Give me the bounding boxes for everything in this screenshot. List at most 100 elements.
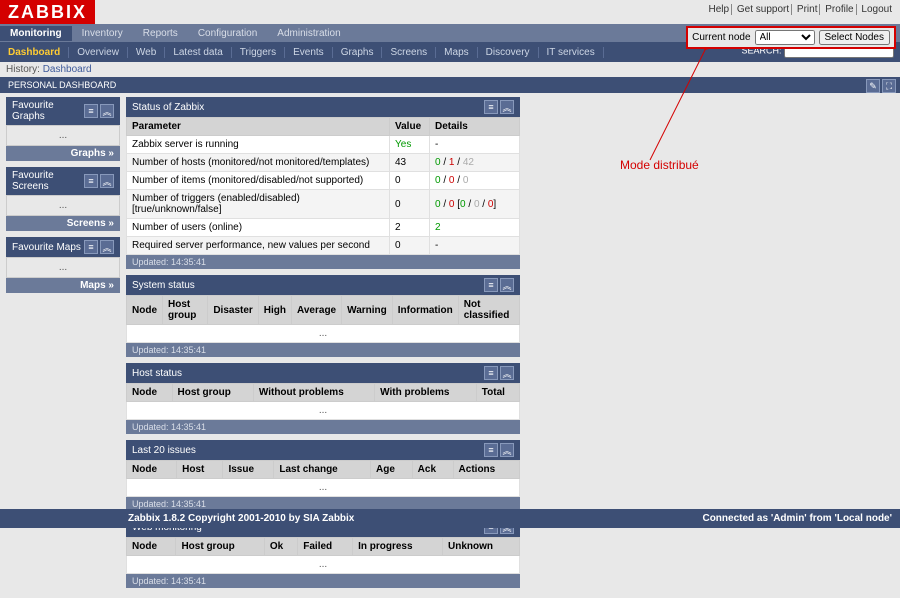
col-header: Unknown	[443, 538, 520, 556]
details-cell: 0 / 0 / 0	[430, 172, 520, 190]
subnav-graphs[interactable]: Graphs	[333, 47, 383, 58]
col-header: Last change	[274, 461, 371, 479]
subnav-screens[interactable]: Screens	[382, 47, 436, 58]
col-header: Host group	[172, 384, 253, 402]
fav-screens-title: Favourite Screens	[12, 170, 84, 192]
col-header: Information	[392, 296, 458, 325]
nav-inventory[interactable]: Inventory	[72, 26, 133, 41]
collapse-icon[interactable]: ︽	[500, 366, 514, 380]
nav-administration[interactable]: Administration	[267, 26, 350, 41]
menu-icon[interactable]: ≡	[484, 100, 498, 114]
collapse-icon[interactable]: ︽	[100, 104, 114, 118]
system-status-title: System status	[132, 280, 195, 291]
nav-monitoring[interactable]: Monitoring	[0, 26, 72, 41]
footer-right: Connected as 'Admin' from 'Local node'	[702, 513, 892, 524]
collapse-icon[interactable]: ︽	[100, 174, 114, 188]
col-header: Not classified	[458, 296, 519, 325]
menu-icon[interactable]: ≡	[484, 278, 498, 292]
subnav-triggers[interactable]: Triggers	[232, 47, 285, 58]
col-header: Total	[476, 384, 519, 402]
get-support-link[interactable]: Get support	[735, 4, 792, 15]
col-header: Ok	[264, 538, 297, 556]
subnav-discovery[interactable]: Discovery	[478, 47, 539, 58]
menu-icon[interactable]: ≡	[84, 104, 98, 118]
subnav-it-services[interactable]: IT services	[539, 47, 604, 58]
subnav-latest-data[interactable]: Latest data	[165, 47, 231, 58]
subnav-dashboard[interactable]: Dashboard	[0, 47, 69, 58]
subnav-overview[interactable]: Overview	[69, 47, 128, 58]
help-link[interactable]: Help	[707, 4, 733, 15]
logout-link[interactable]: Logout	[859, 4, 894, 15]
nav-reports[interactable]: Reports	[133, 26, 188, 41]
web-monitoring-updated: Updated: 14:35:41	[126, 574, 520, 588]
col-header: Without problems	[253, 384, 374, 402]
fav-screens-empty: ...	[6, 195, 120, 216]
collapse-icon[interactable]: ︽	[100, 240, 114, 254]
fav-maps-head: Favourite Maps ≡︽	[6, 237, 120, 257]
host-status-table: NodeHost groupWithout problemsWith probl…	[126, 383, 520, 420]
personal-dashboard-title: PERSONAL DASHBOARD	[8, 80, 116, 90]
status-zabbix-title: Status of Zabbix	[132, 102, 204, 113]
col-parameter: Parameter	[127, 118, 390, 136]
subnav-maps[interactable]: Maps	[436, 47, 477, 58]
col-header: Disaster	[208, 296, 258, 325]
profile-link[interactable]: Profile	[823, 4, 856, 15]
history-label: History:	[6, 64, 40, 75]
col-header: Warning	[342, 296, 393, 325]
print-link[interactable]: Print	[795, 4, 821, 15]
subnav-events[interactable]: Events	[285, 47, 333, 58]
nav-configuration[interactable]: Configuration	[188, 26, 267, 41]
current-node-label: Current node	[692, 32, 750, 43]
subnav-web[interactable]: Web	[128, 47, 165, 58]
empty-row: ...	[127, 402, 520, 420]
fullscreen-icon[interactable]: ⛶	[882, 79, 896, 93]
param-cell: Number of users (online)	[127, 219, 390, 237]
value-cell: Yes	[390, 136, 430, 154]
col-header: Issue	[223, 461, 274, 479]
details-cell: 0 / 0 [0 / 0 / 0]	[430, 190, 520, 219]
fav-maps-empty: ...	[6, 257, 120, 278]
col-header: In progress	[353, 538, 443, 556]
system-status-updated: Updated: 14:35:41	[126, 343, 520, 357]
last-issues-title: Last 20 issues	[132, 445, 196, 456]
col-header: Host group	[176, 538, 264, 556]
menu-icon[interactable]: ≡	[484, 366, 498, 380]
status-zabbix-table: ParameterValueDetails Zabbix server is r…	[126, 117, 520, 255]
history-bar: History: Dashboard	[0, 62, 900, 77]
details-cell: -	[430, 237, 520, 255]
fav-graphs-head: Favourite Graphs ≡︽	[6, 97, 120, 125]
fav-screens-head: Favourite Screens ≡︽	[6, 167, 120, 195]
collapse-icon[interactable]: ︽	[500, 443, 514, 457]
fav-screens-link[interactable]: Screens	[6, 216, 120, 231]
collapse-icon[interactable]: ︽	[500, 100, 514, 114]
system-status-table: NodeHost groupDisasterHighAverageWarning…	[126, 295, 520, 343]
col-header: Age	[371, 461, 413, 479]
system-status-panel: System status ≡︽ NodeHost groupDisasterH…	[126, 275, 520, 357]
col-header: Failed	[298, 538, 353, 556]
app-logo: ZABBIX	[0, 0, 95, 24]
fav-graphs-title: Favourite Graphs	[12, 100, 84, 122]
menu-icon[interactable]: ≡	[84, 174, 98, 188]
fav-maps-link[interactable]: Maps	[6, 278, 120, 293]
menu-icon[interactable]: ≡	[484, 443, 498, 457]
host-status-title: Host status	[132, 368, 182, 379]
col-header: With problems	[375, 384, 477, 402]
param-cell: Number of triggers (enabled/disabled)[tr…	[127, 190, 390, 219]
col-header: High	[258, 296, 291, 325]
collapse-icon[interactable]: ︽	[500, 278, 514, 292]
wrench-icon[interactable]: ✎	[866, 79, 880, 93]
footer: Zabbix 1.8.2 Copyright 2001-2010 by SIA …	[0, 509, 900, 528]
node-selector: Current node All Select Nodes	[686, 26, 896, 49]
current-node-select[interactable]: All	[755, 30, 815, 45]
fav-graphs-link[interactable]: Graphs	[6, 146, 120, 161]
history-link[interactable]: Dashboard	[43, 64, 92, 75]
value-cell: 0	[390, 172, 430, 190]
col-header: Ack	[412, 461, 453, 479]
select-nodes-button[interactable]: Select Nodes	[819, 30, 890, 45]
details-cell: 0 / 1 / 42	[430, 154, 520, 172]
col-header: Node	[127, 461, 177, 479]
empty-row: ...	[127, 479, 520, 497]
footer-left: Zabbix 1.8.2 Copyright 2001-2010 by SIA …	[128, 513, 354, 524]
menu-icon[interactable]: ≡	[84, 240, 98, 254]
fav-maps-title: Favourite Maps	[12, 242, 81, 253]
